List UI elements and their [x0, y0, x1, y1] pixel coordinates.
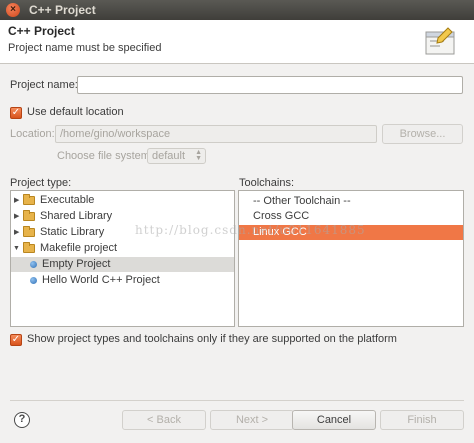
- project-name-label: Project name:: [10, 79, 78, 91]
- tree-item-label: Shared Library: [40, 210, 113, 222]
- tree-item-label: Empty Project: [42, 258, 111, 270]
- tree-item-static-library[interactable]: ▶ Static Library: [11, 225, 234, 240]
- project-name-input[interactable]: [77, 76, 463, 94]
- browse-button[interactable]: Browse...: [382, 124, 463, 144]
- toolchain-item-cross-gcc[interactable]: Cross GCC: [239, 209, 463, 224]
- collapse-arrow-icon[interactable]: ▼: [13, 241, 20, 256]
- project-template-icon: [30, 261, 37, 268]
- wizard-header: C++ Project Project name must be specifi…: [0, 20, 474, 64]
- folder-icon: [23, 226, 35, 237]
- tree-item-label: Static Library: [40, 226, 105, 238]
- next-button[interactable]: Next >: [210, 410, 294, 430]
- toolchains-label: Toolchains:: [239, 177, 295, 189]
- use-default-location-checkbox[interactable]: ✓: [10, 107, 22, 119]
- expand-arrow-icon[interactable]: ▶: [14, 225, 19, 240]
- open-folder-icon: [23, 242, 35, 253]
- tree-item-makefile-project[interactable]: ▼ Makefile project: [11, 241, 234, 256]
- cancel-button[interactable]: Cancel: [292, 410, 376, 430]
- project-type-tree[interactable]: ▶ Executable ▶ Shared Library ▶ Static L…: [10, 190, 235, 327]
- folder-icon: [23, 210, 35, 221]
- tree-item-hello-world[interactable]: Hello World C++ Project: [11, 273, 234, 288]
- expand-arrow-icon[interactable]: ▶: [14, 209, 19, 224]
- location-label: Location:: [10, 128, 55, 140]
- header-message: Project name must be specified: [8, 42, 162, 54]
- tree-item-shared-library[interactable]: ▶ Shared Library: [11, 209, 234, 224]
- file-system-value: default: [152, 150, 186, 162]
- wizard-banner-icon: [425, 27, 455, 55]
- window-titlebar: × C++ Project: [0, 0, 474, 20]
- finish-button[interactable]: Finish: [380, 410, 464, 430]
- tree-item-executable[interactable]: ▶ Executable: [11, 193, 234, 208]
- location-input[interactable]: [55, 125, 377, 143]
- back-button[interactable]: < Back: [122, 410, 206, 430]
- help-icon[interactable]: ?: [14, 412, 30, 428]
- toolchain-item-other[interactable]: -- Other Toolchain --: [239, 194, 463, 209]
- close-icon[interactable]: ×: [6, 3, 20, 17]
- expand-arrow-icon[interactable]: ▶: [14, 193, 19, 208]
- tree-item-label: Hello World C++ Project: [42, 274, 160, 286]
- tree-item-label: Makefile project: [40, 242, 118, 254]
- toolchain-item-linux-gcc[interactable]: Linux GCC: [239, 225, 463, 240]
- toolchains-list[interactable]: -- Other Toolchain -- Cross GCC Linux GC…: [238, 190, 464, 327]
- folder-icon: [23, 194, 35, 205]
- use-default-location-label: Use default location: [27, 106, 124, 118]
- file-system-select[interactable]: default ▲ ▼: [147, 148, 206, 164]
- tree-item-label: Executable: [40, 194, 95, 206]
- footer-divider: [10, 400, 464, 401]
- window-title: C++ Project: [29, 3, 96, 17]
- platform-filter-label: Show project types and toolchains only i…: [27, 333, 397, 345]
- platform-filter-checkbox[interactable]: ✓: [10, 334, 22, 346]
- project-template-icon: [30, 277, 37, 284]
- spinner-arrows-icon: ▲ ▼: [195, 149, 202, 162]
- tree-item-empty-project[interactable]: Empty Project: [11, 257, 234, 272]
- header-title: C++ Project: [8, 24, 75, 38]
- file-system-label: Choose file system:: [57, 150, 153, 162]
- project-type-label: Project type:: [10, 177, 72, 189]
